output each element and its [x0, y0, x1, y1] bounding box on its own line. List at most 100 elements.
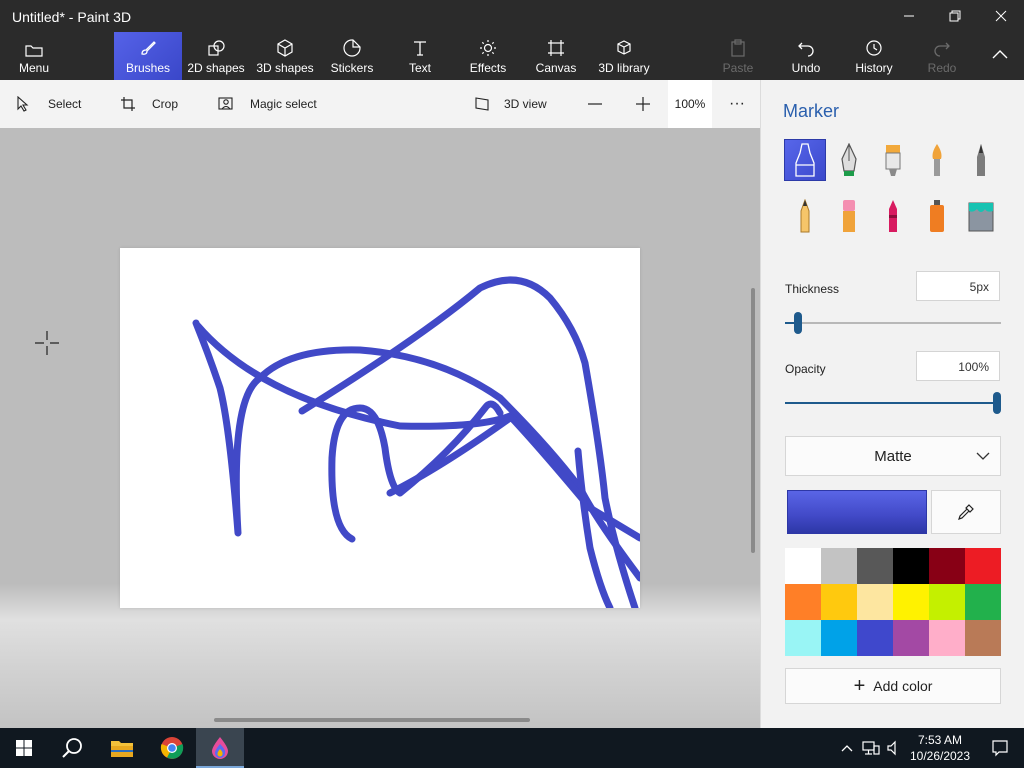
marker-brush-button[interactable]	[784, 139, 826, 181]
restore-button[interactable]	[932, 0, 978, 32]
undo-button[interactable]: Undo	[786, 32, 826, 80]
folder-icon	[111, 741, 133, 757]
color-swatch[interactable]	[821, 620, 857, 656]
magic-select-tool[interactable]: Magic select	[218, 80, 317, 128]
tab-brushes[interactable]: Brushes	[114, 32, 182, 80]
tab-text[interactable]: Text	[400, 32, 440, 80]
pencil-button[interactable]	[785, 196, 825, 236]
tab-3d-library[interactable]: 3D library	[596, 32, 652, 80]
color-swatch[interactable]	[965, 584, 1001, 620]
search-button[interactable]	[48, 728, 96, 768]
opacity-input[interactable]: 100%	[916, 351, 1000, 381]
color-swatch[interactable]	[929, 584, 965, 620]
fill-button[interactable]	[961, 196, 1001, 236]
select-label: Select	[48, 97, 82, 111]
menu-button[interactable]: Menu	[8, 32, 60, 80]
color-swatch[interactable]	[857, 548, 893, 584]
magic-select-label: Magic select	[250, 97, 317, 111]
tab-label: 3D shapes	[256, 61, 314, 75]
3d-view-icon	[475, 97, 489, 111]
history-button[interactable]: History	[852, 32, 896, 80]
color-swatch[interactable]	[929, 548, 965, 584]
color-swatch[interactable]	[893, 620, 929, 656]
spray-can-icon	[930, 200, 944, 232]
crayon-icon	[889, 200, 897, 232]
opacity-slider-thumb[interactable]	[993, 392, 1001, 414]
minimize-button[interactable]	[886, 0, 932, 32]
paint3d-icon	[212, 737, 228, 759]
plus-icon	[636, 97, 650, 111]
color-swatch[interactable]	[785, 620, 821, 656]
3d-library-icon	[617, 40, 631, 55]
horizontal-scrollbar[interactable]	[214, 718, 530, 722]
workspace[interactable]	[0, 128, 760, 728]
oil-brush-icon	[885, 145, 901, 176]
color-swatch[interactable]	[929, 620, 965, 656]
zoom-in-button[interactable]	[634, 80, 652, 128]
add-color-button[interactable]: + Add color	[785, 668, 1001, 704]
close-button[interactable]	[978, 0, 1024, 32]
drawing-canvas[interactable]	[120, 248, 640, 608]
color-swatch[interactable]	[857, 584, 893, 620]
add-color-label: Add color	[873, 678, 933, 694]
color-swatch[interactable]	[965, 620, 1001, 656]
action-center-button[interactable]	[976, 728, 1024, 768]
crop-tool[interactable]: Crop	[120, 80, 178, 128]
zoom-level[interactable]: 100%	[668, 80, 712, 128]
file-explorer-button[interactable]	[98, 728, 146, 768]
clock-time: 7:53 AM	[917, 733, 963, 747]
more-options-button[interactable]: ···	[728, 80, 746, 128]
color-swatch[interactable]	[893, 584, 929, 620]
color-swatch[interactable]	[821, 548, 857, 584]
pixel-pen-button[interactable]	[961, 140, 1001, 180]
tab-label: Effects	[469, 61, 507, 75]
oil-brush-button[interactable]	[873, 140, 913, 180]
color-swatch[interactable]	[857, 620, 893, 656]
crop-icon	[121, 97, 135, 111]
chevron-down-icon	[976, 452, 990, 460]
spray-can-button[interactable]	[917, 196, 957, 236]
eraser-button[interactable]	[829, 196, 869, 236]
color-swatch[interactable]	[785, 584, 821, 620]
thickness-slider-track[interactable]	[785, 322, 1001, 324]
thickness-slider-thumb[interactable]	[793, 312, 802, 334]
tab-effects[interactable]: Effects	[466, 32, 510, 80]
marker-icon	[795, 143, 815, 177]
cube-icon	[277, 39, 293, 57]
tab-2d-shapes[interactable]: 2D shapes	[186, 32, 246, 80]
show-hidden-icons-button[interactable]	[836, 728, 858, 768]
3d-view-toggle[interactable]: 3D view	[474, 80, 547, 128]
calligraphy-pen-button[interactable]	[829, 140, 869, 180]
zoom-out-button[interactable]	[586, 80, 604, 128]
restore-icon	[949, 10, 961, 22]
paint3d-taskbar-button[interactable]	[196, 728, 244, 768]
undo-icon	[798, 42, 814, 57]
tab-stickers[interactable]: Stickers	[328, 32, 376, 80]
network-button[interactable]	[860, 728, 882, 768]
vertical-scrollbar[interactable]	[751, 288, 755, 553]
tab-3d-shapes[interactable]: 3D shapes	[254, 32, 316, 80]
collapse-ribbon-button[interactable]	[984, 32, 1016, 80]
finish-dropdown[interactable]: Matte	[785, 436, 1001, 476]
color-swatch[interactable]	[965, 548, 1001, 584]
color-swatch[interactable]	[893, 548, 929, 584]
crayon-button[interactable]	[873, 196, 913, 236]
menu-label: Menu	[18, 61, 50, 75]
thickness-input[interactable]: 5px	[916, 271, 1000, 301]
color-swatch[interactable]	[785, 548, 821, 584]
eyedropper-button[interactable]	[931, 490, 1001, 534]
tab-canvas[interactable]: Canvas	[534, 32, 578, 80]
select-tool[interactable]: Select	[16, 80, 81, 128]
redo-button[interactable]: Redo	[922, 32, 962, 80]
opacity-slider-fill	[785, 402, 1001, 404]
crop-label: Crop	[152, 97, 179, 111]
history-icon	[866, 40, 882, 56]
3d-view-label: 3D view	[504, 97, 547, 111]
color-swatch[interactable]	[821, 584, 857, 620]
current-color-swatch[interactable]	[787, 490, 927, 534]
clock[interactable]: 7:53 AM 10/26/2023	[900, 732, 980, 764]
start-button[interactable]	[0, 728, 48, 768]
paste-button[interactable]: Paste	[718, 32, 758, 80]
watercolor-button[interactable]	[917, 140, 957, 180]
chrome-button[interactable]	[148, 728, 196, 768]
